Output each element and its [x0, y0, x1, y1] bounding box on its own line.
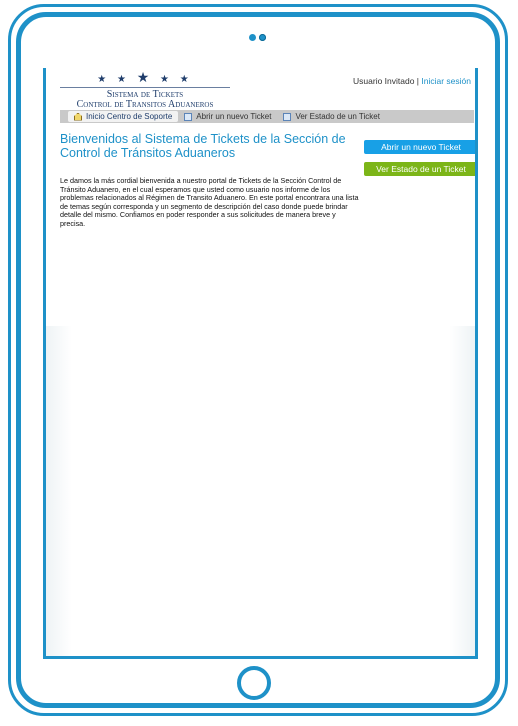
welcome-text: Le damos la más cordial bienvenida a nue…	[60, 176, 359, 228]
nav-new-ticket-label: Abrir un nuevo Ticket	[196, 112, 272, 121]
guest-user-label: Usuario Invitado |	[353, 76, 420, 86]
screen-background	[46, 326, 475, 656]
new-ticket-icon	[184, 112, 193, 121]
site-logo[interactable]: ★ ★ ★ ★ ★ Sistema de Tickets Control de …	[60, 69, 230, 110]
login-link[interactable]: Iniciar sesión	[421, 76, 471, 86]
ticket-status-icon	[283, 112, 292, 121]
nav-bar: Inicio Centro de Soporte Abrir un nuevo …	[60, 110, 474, 123]
screen: ★ ★ ★ ★ ★ Sistema de Tickets Control de …	[43, 68, 478, 659]
nav-home[interactable]: Inicio Centro de Soporte	[68, 111, 179, 122]
nav-ticket-status-label: Ver Estado de un Ticket	[295, 112, 380, 121]
nav-ticket-status[interactable]: Ver Estado de un Ticket	[277, 111, 386, 122]
nav-new-ticket[interactable]: Abrir un nuevo Ticket	[178, 111, 277, 122]
check-status-button[interactable]: Ver Estado de un Ticket	[364, 162, 475, 176]
home-icon	[74, 112, 82, 121]
action-buttons: Abrir un nuevo Ticket Ver Estado de un T…	[364, 140, 475, 184]
page-header: ★ ★ ★ ★ ★ Sistema de Tickets Control de …	[46, 68, 475, 110]
user-area: Usuario Invitado | Iniciar sesión	[353, 76, 471, 86]
open-ticket-button[interactable]: Abrir un nuevo Ticket	[364, 140, 475, 154]
home-button[interactable]	[237, 666, 271, 700]
page-title: Bienvenidos al Sistema de Tickets de la …	[60, 132, 346, 160]
logo-subtitle: Control de Transitos Aduaneros	[76, 99, 214, 110]
main-content: Bienvenidos al Sistema de Tickets de la …	[60, 132, 360, 229]
nav-home-label: Inicio Centro de Soporte	[86, 112, 173, 121]
camera-icon	[249, 34, 266, 41]
stars-icon: ★ ★ ★ ★ ★	[97, 69, 193, 85]
